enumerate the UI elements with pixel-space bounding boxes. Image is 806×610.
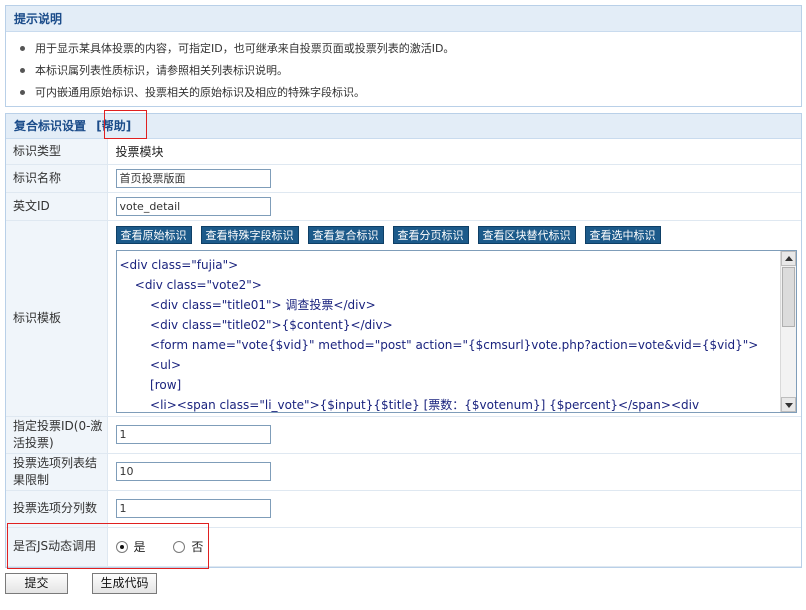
tips-panel: 提示说明 用于显示某具体投票的内容，可指定ID，也可继承来自投票页面或投票列表的… xyxy=(5,5,802,107)
en-id-input[interactable] xyxy=(115,196,271,216)
table-row: 指定投票ID(0-激活投票) xyxy=(6,416,801,454)
js-yes-radio[interactable] xyxy=(115,540,128,553)
js-no-radio[interactable] xyxy=(173,540,186,553)
bullet-icon xyxy=(20,67,25,73)
list-item: 可内嵌通用原始标识、投票相关的原始标识及相应的特殊字段标识。 xyxy=(20,82,801,104)
generate-code-button[interactable]: 生成代码 xyxy=(92,573,157,594)
view-special-field-tags-button[interactable]: 查看特殊字段标识 xyxy=(200,225,299,244)
bullet-icon xyxy=(20,45,25,51)
code-line: <div class="vote2"> xyxy=(119,277,262,292)
table-row: 投票选项列表结果限制 xyxy=(6,453,801,491)
name-label: 标识名称 xyxy=(6,164,108,193)
code-line: <ul> xyxy=(119,357,182,372)
view-selected-tags-button[interactable]: 查看选中标识 xyxy=(584,225,661,244)
js-no-label: 否 xyxy=(191,540,204,554)
code-line: <div class="fujia"> xyxy=(119,257,239,272)
columns-label: 投票选项分列数 xyxy=(6,490,108,528)
type-value: 投票模块 xyxy=(115,144,164,159)
result-limit-input[interactable] xyxy=(115,462,271,481)
en-id-label: 英文ID xyxy=(6,192,108,221)
template-toolbar: 查看原始标识 查看特殊字段标识 查看复合标识 查看分页标识 查看区块替代标识 查看选中标识 xyxy=(115,225,802,244)
table-row: 英文ID xyxy=(6,192,801,221)
code-line: <form name="vote{$vid}" method="post" ac… xyxy=(119,337,759,352)
type-label: 标识类型 xyxy=(6,139,108,165)
tips-title: 提示说明 xyxy=(6,6,801,32)
js-call-label: 是否JS动态调用 xyxy=(6,527,108,567)
vote-id-input[interactable] xyxy=(115,425,271,444)
list-item: 本标识属列表性质标识，请参照相关列表标识说明。 xyxy=(20,60,801,82)
view-composite-tags-button[interactable]: 查看复合标识 xyxy=(307,225,384,244)
view-block-replace-tags-button[interactable]: 查看区块替代标识 xyxy=(477,225,576,244)
scroll-down-icon[interactable] xyxy=(780,396,796,412)
form-title: 复合标识设置 xyxy=(14,119,87,133)
form-header: 复合标识设置 [帮助] xyxy=(6,110,801,139)
help-highlight-box xyxy=(104,110,147,139)
submit-button[interactable]: 提交 xyxy=(5,573,68,594)
table-row: 标识模板 查看原始标识 查看特殊字段标识 查看复合标识 查看分页标识 查看区块替代标识查… xyxy=(6,220,802,417)
columns-input[interactable] xyxy=(115,499,271,518)
settings-form: 复合标识设置 [帮助] 标识类型 投票模块 标识名称 英文ID 标识模板 查看原… xyxy=(5,110,802,569)
name-input[interactable] xyxy=(115,168,271,188)
template-textarea[interactable]: <div class="fujia"> <div class="vote2"> … xyxy=(115,249,797,413)
template-label: 标识模板 xyxy=(6,220,108,417)
code-line: <div class="title01"> 调查投票</div> xyxy=(119,297,376,312)
vote-id-label: 指定投票ID(0-激活投票) xyxy=(6,416,108,454)
code-line: <div class="title02">{$content}</div> xyxy=(119,317,393,332)
list-item: 用于显示某具体投票的内容，可指定ID，也可继承来自投票页面或投票列表的激活ID。 xyxy=(20,38,801,60)
table-row: 标识类型 投票模块 xyxy=(6,139,801,165)
template-code: <div class="fujia"> <div class="vote2"> … xyxy=(117,251,796,412)
js-yes-label: 是 xyxy=(133,540,146,554)
table-row: 标识名称 xyxy=(6,164,801,193)
table-row: 投票选项分列数 xyxy=(6,490,801,528)
result-limit-label: 投票选项列表结果限制 xyxy=(6,453,108,491)
code-line: [row] xyxy=(119,377,182,392)
code-line: <li><span class="li_vote">{$input}{$titl… xyxy=(119,397,700,412)
tips-list: 用于显示某具体投票的内容，可指定ID，也可继承来自投票页面或投票列表的激活ID。… xyxy=(6,32,801,104)
scroll-up-icon[interactable] xyxy=(780,250,796,266)
view-pagination-tags-button[interactable]: 查看分页标识 xyxy=(392,225,469,244)
template-scrollbar[interactable] xyxy=(779,250,796,412)
settings-table: 标识类型 投票模块 标识名称 英文ID 标识模板 查看原始标识查看特殊字段标识查… xyxy=(6,139,801,567)
bullet-icon xyxy=(20,89,25,95)
scroll-thumb[interactable] xyxy=(781,266,795,327)
view-original-tags-button[interactable]: 查看原始标识 xyxy=(115,225,192,244)
table-row: 是否JS动态调用 是 否 xyxy=(6,527,801,567)
